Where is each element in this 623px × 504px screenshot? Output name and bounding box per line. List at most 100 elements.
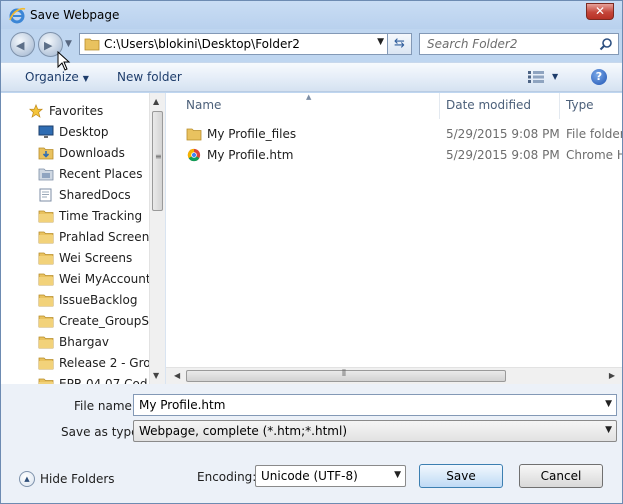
sidebar-item-label: Downloads bbox=[59, 146, 125, 160]
scroll-up-icon[interactable]: ▲ bbox=[153, 97, 159, 106]
collapse-up-icon: ▲ bbox=[19, 471, 35, 487]
sidebar-item[interactable]: Desktop bbox=[1, 122, 151, 143]
sidebar-item[interactable]: Prahlad Screens bbox=[1, 227, 156, 248]
scroll-grip-icon: ≡ bbox=[155, 152, 162, 161]
sidebar-item-label: Time Tracking bbox=[59, 209, 143, 223]
save-button[interactable]: Save bbox=[419, 464, 503, 488]
column-header-name[interactable]: Name bbox=[186, 98, 221, 112]
sidebar-item[interactable]: Time Tracking bbox=[1, 206, 151, 227]
folder-icon bbox=[38, 273, 54, 286]
horizontal-scrollbar[interactable]: ◀ ⦀ ▶ bbox=[166, 367, 622, 384]
sort-ascending-icon: ▲ bbox=[306, 93, 312, 101]
scroll-grip-icon: ⦀ bbox=[342, 369, 346, 379]
file-name: My Profile_files bbox=[207, 127, 297, 141]
command-toolbar: Organize ▼ New folder ▼ ? bbox=[1, 62, 622, 92]
sidebar-item-label: SharedDocs bbox=[59, 188, 131, 202]
file-date-modified: 5/29/2015 9:08 PM bbox=[446, 127, 560, 141]
filename-label: File name: bbox=[74, 399, 136, 413]
scroll-thumb[interactable]: ⦀ bbox=[186, 369, 506, 382]
organize-button[interactable]: Organize ▼ bbox=[25, 70, 89, 84]
close-button[interactable]: ✕ bbox=[586, 3, 614, 20]
scroll-thumb[interactable]: ≡ bbox=[152, 111, 163, 211]
address-bar[interactable]: C:\Users\blokini\Desktop\Folder2 ▼ bbox=[79, 33, 388, 55]
folder-icon bbox=[38, 336, 54, 349]
refresh-button[interactable]: ⇆ bbox=[388, 33, 412, 55]
nav-pane-scrollbar[interactable]: ▲ ≡ ▼ bbox=[149, 93, 165, 384]
encoding-label: Encoding: bbox=[197, 470, 257, 484]
chevron-down-icon[interactable]: ▼ bbox=[394, 470, 401, 480]
folder-icon bbox=[38, 294, 54, 307]
sidebar-item[interactable]: IssueBacklog bbox=[1, 290, 151, 311]
back-arrow-icon: ◀ bbox=[16, 39, 25, 52]
file-name: My Profile.htm bbox=[207, 148, 294, 162]
title-bar: Save Webpage ✕ bbox=[1, 1, 622, 29]
address-dropdown-icon[interactable]: ▼ bbox=[377, 37, 384, 47]
sidebar-item[interactable]: Release 2 - Group bbox=[1, 353, 165, 374]
file-type: File folder bbox=[566, 127, 622, 141]
file-list-pane: Name ▲ Date modified Type My Profile_fil… bbox=[165, 93, 622, 384]
sidebar-item-label: Desktop bbox=[59, 125, 109, 139]
sidebar-item[interactable]: EPR 04 07 Cod bbox=[1, 374, 151, 384]
search-input[interactable] bbox=[420, 34, 590, 54]
internet-explorer-icon bbox=[9, 7, 26, 24]
cancel-button[interactable]: Cancel bbox=[519, 464, 603, 488]
folder-icon bbox=[38, 231, 54, 244]
folder-icon bbox=[38, 315, 54, 328]
encoding-value: Unicode (UTF-8) bbox=[261, 469, 358, 483]
recent-locations-dropdown[interactable]: ▼ bbox=[65, 39, 72, 49]
view-options-dropdown-icon[interactable]: ▼ bbox=[552, 72, 558, 81]
column-name-label: Name bbox=[186, 98, 222, 112]
star-icon bbox=[28, 104, 44, 118]
change-view-icon[interactable] bbox=[528, 71, 544, 83]
sidebar-item[interactable]: Bhargav bbox=[1, 332, 151, 353]
encoding-select[interactable]: Unicode (UTF-8) ▼ bbox=[255, 465, 406, 487]
sidebar-item-label: Wei Screens bbox=[59, 251, 133, 265]
sidebar-item-label: Recent Places bbox=[59, 167, 143, 181]
scroll-down-icon[interactable]: ▼ bbox=[153, 371, 159, 380]
folder-icon bbox=[38, 357, 54, 370]
sidebar-item-label: Favorites bbox=[49, 104, 104, 118]
window-title: Save Webpage bbox=[30, 8, 120, 22]
chevron-down-icon[interactable]: ▼ bbox=[605, 425, 612, 435]
file-row[interactable]: My Profile_files 5/29/2015 9:08 PM File … bbox=[166, 124, 622, 145]
sidebar-item[interactable]: SharedDocs bbox=[1, 185, 151, 206]
sidebar-item-label: EPR 04 07 Cod bbox=[59, 377, 148, 384]
column-divider[interactable] bbox=[439, 93, 440, 119]
new-folder-button[interactable]: New folder bbox=[117, 70, 182, 84]
filename-combobox[interactable]: ▼ bbox=[133, 394, 617, 416]
shared-folder-icon bbox=[39, 188, 52, 202]
save-as-type-select[interactable]: Webpage, complete (*.htm;*.html) ▼ bbox=[133, 420, 617, 442]
sidebar-item-label: Prahlad Screens bbox=[59, 230, 156, 244]
sidebar-item[interactable]: Create_GroupSub bbox=[1, 311, 164, 332]
column-divider[interactable] bbox=[559, 93, 560, 119]
search-box[interactable] bbox=[419, 33, 619, 55]
forward-arrow-icon: ▶ bbox=[44, 39, 53, 52]
back-button[interactable]: ◀ bbox=[10, 32, 35, 57]
column-header-date[interactable]: Date modified bbox=[446, 98, 531, 112]
sidebar-item[interactable]: Wei MyAccount bbox=[1, 269, 151, 290]
sidebar-item[interactable]: Wei Screens bbox=[1, 248, 151, 269]
sidebar-item[interactable]: Favorites bbox=[1, 101, 151, 122]
column-header-type[interactable]: Type bbox=[566, 98, 594, 112]
sidebar-item[interactable]: Recent Places bbox=[1, 164, 151, 185]
folder-icon bbox=[84, 38, 100, 51]
sidebar-item-label: Wei MyAccount bbox=[59, 272, 151, 286]
sidebar-item[interactable]: Downloads bbox=[1, 143, 151, 164]
refresh-icon: ⇆ bbox=[394, 36, 405, 51]
chevron-down-icon[interactable]: ▼ bbox=[605, 399, 612, 409]
chevron-down-icon: ▼ bbox=[82, 74, 89, 83]
scroll-right-icon[interactable]: ▶ bbox=[609, 371, 615, 380]
search-icon[interactable] bbox=[599, 37, 613, 51]
help-button[interactable]: ? bbox=[591, 69, 607, 85]
file-row[interactable]: My Profile.htm 5/29/2015 9:08 PM Chrome … bbox=[166, 145, 622, 166]
filename-input[interactable] bbox=[134, 395, 594, 415]
folder-icon bbox=[38, 210, 54, 223]
folder-icon bbox=[38, 378, 54, 384]
folder-icon bbox=[38, 252, 54, 265]
navigation-pane: Favorites Desktop Downloads Recent Places Sh… bbox=[1, 93, 165, 384]
scroll-left-icon[interactable]: ◀ bbox=[174, 371, 180, 380]
sidebar-item-label: Bhargav bbox=[59, 335, 109, 349]
save-webpage-dialog: Save Webpage ✕ ◀ ▶ ▼ C:\Users\blokini\De… bbox=[0, 0, 623, 504]
address-path: C:\Users\blokini\Desktop\Folder2 bbox=[104, 37, 300, 51]
organize-label: Organize bbox=[25, 70, 79, 84]
